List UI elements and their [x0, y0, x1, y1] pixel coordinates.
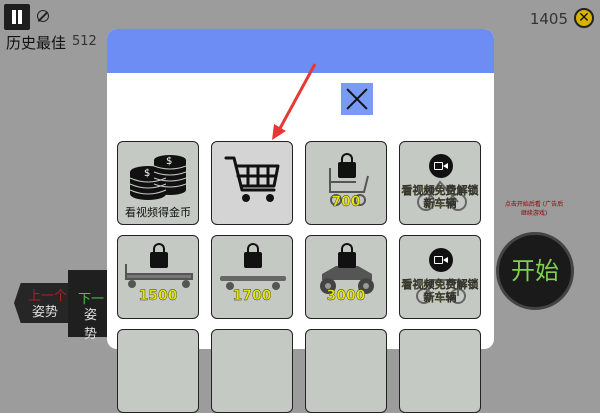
next-pose-button[interactable]: 下一 姿势: [68, 270, 108, 342]
card-label: 看视频得金币: [125, 206, 191, 219]
card-skateboard-board[interactable]: 1700: [211, 235, 293, 319]
video-camera-icon: [429, 154, 453, 178]
card-row3-4[interactable]: [399, 329, 481, 413]
next-pose-label-bottom: 姿势: [84, 308, 98, 342]
card-price: 700: [331, 194, 361, 210]
prev-pose-label-bottom: 姿势: [32, 305, 59, 320]
prev-pose-button[interactable]: 上一个 姿势: [14, 283, 70, 323]
card-price: 3000: [326, 288, 366, 304]
card-video-unlock-1[interactable]: 看视频免费解锁新车辆: [399, 141, 481, 225]
card-row3-2[interactable]: [211, 329, 293, 413]
lock-icon: [150, 243, 168, 268]
coin-count: 1405: [529, 10, 568, 28]
card-shopping-cart[interactable]: [211, 141, 293, 225]
svg-text:$: $: [166, 156, 172, 167]
shopping-cart-icon: [224, 156, 280, 202]
no-ads-icon[interactable]: [37, 10, 49, 22]
card-row3-1[interactable]: [117, 329, 199, 413]
card-wheelchair[interactable]: 700: [305, 141, 387, 225]
card-flatbed-cart[interactable]: 1500: [117, 235, 199, 319]
lock-icon: [244, 243, 262, 268]
coin-icon[interactable]: ✕: [574, 8, 594, 28]
best-score-label: 历史最佳: [6, 34, 67, 52]
card-row3-3[interactable]: [305, 329, 387, 413]
pause-button[interactable]: [4, 4, 30, 30]
side-hint-text: 点击开始后看 (广告后继续游戏): [504, 201, 564, 217]
card-video-label: 看视频免费解锁新车辆: [401, 278, 479, 304]
start-button[interactable]: 开始: [496, 232, 574, 310]
video-camera-icon: [429, 248, 453, 272]
best-score-value: 512: [72, 34, 97, 49]
dialog-header: [107, 29, 494, 73]
card-video-unlock-2[interactable]: 看视频免费解锁新车辆: [399, 235, 481, 319]
card-price: 1700: [232, 288, 272, 304]
card-watch-video-coins[interactable]: $ $ 看视频得金币: [117, 141, 199, 225]
lock-icon: [338, 153, 356, 178]
card-video-label: 看视频免费解锁新车辆: [401, 184, 479, 210]
svg-text:$: $: [144, 168, 150, 179]
card-atv-quad[interactable]: 3000: [305, 235, 387, 319]
lock-icon: [338, 243, 356, 268]
close-icon[interactable]: [341, 83, 373, 115]
card-price: 1500: [138, 288, 178, 304]
